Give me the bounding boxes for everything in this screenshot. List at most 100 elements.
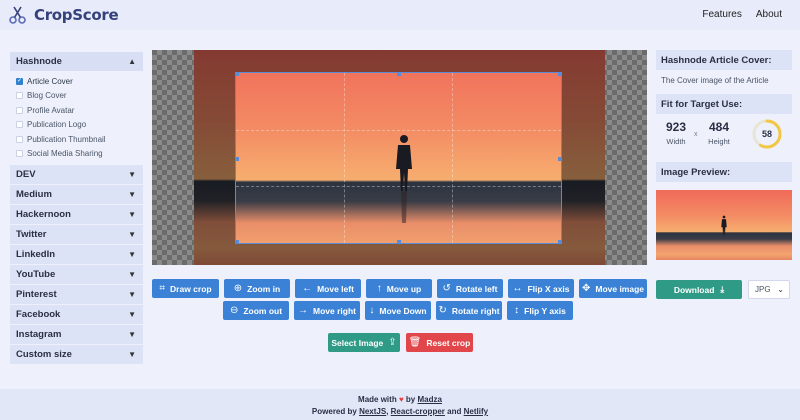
footer-text: Made with	[358, 395, 397, 404]
netlify-link[interactable]: Netlify	[464, 407, 488, 416]
button-label: Download	[673, 284, 715, 295]
rotate-left-icon: ↺	[442, 283, 451, 294]
section-label: Hackernoon	[16, 209, 71, 220]
nav-features[interactable]: Features	[702, 9, 741, 20]
checkbox-checked-icon[interactable]: ✓	[16, 77, 23, 85]
crop-canvas[interactable]	[152, 50, 647, 265]
option-profile-avatar[interactable]: Profile Avatar	[16, 103, 143, 118]
image-preview	[656, 190, 792, 260]
react-cropper-link[interactable]: React-cropper	[391, 407, 445, 416]
move-left-button[interactable]: ← Move left	[295, 279, 361, 298]
crop-guide-line	[344, 73, 346, 243]
footer-powered: Powered by NextJS, React-cropper and Net…	[0, 407, 800, 416]
option-blog-cover[interactable]: Blog Cover	[16, 89, 143, 104]
section-label: Hashnode	[16, 56, 62, 67]
section-hashnode[interactable]: Hashnode ▲	[10, 52, 143, 71]
width-stat: 923 Width	[661, 120, 691, 146]
crop-handle-w[interactable]	[236, 157, 239, 161]
section-linkedin[interactable]: LinkedIn ▼	[10, 245, 143, 264]
chevron-down-icon: ▼	[128, 330, 136, 339]
crop-handle-se[interactable]	[558, 240, 561, 243]
option-label: Blog Cover	[27, 91, 67, 101]
zoom-out-icon: ⊖	[229, 305, 239, 316]
draw-crop-button[interactable]: ⌗ Draw crop	[152, 279, 219, 298]
section-label: Custom size	[16, 349, 72, 360]
option-publication-thumbnail[interactable]: Publication Thumbnail	[16, 132, 143, 147]
nextjs-link[interactable]: NextJS	[359, 407, 386, 416]
platform-sidebar: Hashnode ▲ ✓ Article Cover Blog Cover Pr…	[10, 52, 143, 365]
chevron-down-icon: ▼	[128, 230, 136, 239]
format-select[interactable]: JPG ⌄	[748, 280, 790, 299]
crop-guide-line	[236, 129, 561, 131]
section-hackernoon[interactable]: Hackernoon ▼	[10, 205, 143, 224]
image-actions: Select Image ⇪ 🗑 Reset crop	[328, 333, 473, 352]
section-label: Pinterest	[16, 289, 57, 300]
source-image	[194, 50, 605, 265]
crop-handle-nw[interactable]	[236, 73, 239, 76]
top-bar: CropScore Features About	[0, 0, 800, 30]
zoom-out-button[interactable]: ⊖ Zoom out	[223, 301, 289, 320]
checkbox-icon[interactable]	[16, 150, 23, 158]
chevron-up-icon: ▲	[128, 57, 136, 66]
comma: ,	[386, 407, 389, 416]
crop-icon: ⌗	[159, 283, 166, 294]
app-title: CropScore	[34, 6, 119, 24]
section-youtube[interactable]: YouTube ▼	[10, 265, 143, 284]
reset-crop-button[interactable]: 🗑 Reset crop	[406, 333, 473, 352]
checkbox-icon[interactable]	[16, 121, 23, 129]
section-label: Facebook	[16, 309, 61, 320]
footer-credits: Made with ♥ by Madza	[0, 395, 800, 404]
move-down-button[interactable]: ↓ Move Down	[365, 301, 431, 320]
section-label: Twitter	[16, 229, 47, 240]
arrow-down-icon: ↓	[369, 305, 375, 316]
logo[interactable]: CropScore	[8, 5, 119, 25]
button-label: Rotate left	[455, 283, 498, 294]
move-up-button[interactable]: ↑ Move up	[366, 279, 432, 298]
checkbox-icon[interactable]	[16, 135, 23, 143]
rotate-right-button[interactable]: ↻ Rotate right	[436, 301, 502, 320]
button-label: Flip X axis	[527, 283, 570, 294]
author-link[interactable]: Madza	[418, 395, 442, 404]
move-image-button[interactable]: ✥ Move image	[579, 279, 647, 298]
checkbox-icon[interactable]	[16, 92, 23, 100]
section-pinterest[interactable]: Pinterest ▼	[10, 285, 143, 304]
move-right-button[interactable]: → Move right	[294, 301, 360, 320]
select-image-button[interactable]: Select Image ⇪	[328, 333, 400, 352]
crop-handle-sw[interactable]	[236, 240, 239, 243]
section-custom-size[interactable]: Custom size ▼	[10, 345, 143, 364]
flip-y-button[interactable]: ↕ Flip Y axis	[507, 301, 573, 320]
button-label: Draw crop	[170, 283, 212, 294]
crop-selection-box[interactable]	[235, 72, 562, 244]
option-publication-logo[interactable]: Publication Logo	[16, 118, 143, 133]
chevron-down-icon: ▼	[128, 290, 136, 299]
chevron-down-icon: ▼	[128, 270, 136, 279]
button-label: Move up	[386, 283, 422, 294]
chevron-down-icon: ▼	[128, 190, 136, 199]
crop-handle-e[interactable]	[558, 157, 561, 161]
section-medium[interactable]: Medium ▼	[10, 185, 143, 204]
download-button[interactable]: Download ⤓	[656, 280, 742, 299]
crop-handle-n[interactable]	[397, 73, 401, 76]
rotate-left-button[interactable]: ↺ Rotate left	[437, 279, 503, 298]
section-facebook[interactable]: Facebook ▼	[10, 305, 143, 324]
option-article-cover[interactable]: ✓ Article Cover	[16, 74, 143, 89]
checkbox-icon[interactable]	[16, 106, 23, 114]
zoom-in-icon: ⊕	[233, 283, 243, 294]
section-dev[interactable]: DEV ▼	[10, 165, 143, 184]
section-instagram[interactable]: Instagram ▼	[10, 325, 143, 344]
crop-handle-s[interactable]	[397, 240, 401, 243]
flip-x-button[interactable]: ↔ Flip X axis	[508, 279, 574, 298]
download-row: Download ⤓ JPG ⌄	[656, 280, 790, 299]
option-social-media-sharing[interactable]: Social Media Sharing	[16, 147, 143, 162]
nav-about[interactable]: About	[756, 9, 782, 20]
button-label: Reset crop	[426, 337, 471, 348]
button-label: Zoom out	[243, 305, 283, 316]
button-label: Select Image	[331, 337, 384, 348]
chevron-down-icon: ▼	[128, 210, 136, 219]
zoom-in-button[interactable]: ⊕ Zoom in	[224, 279, 290, 298]
button-label: Move Down	[379, 305, 427, 316]
crop-handle-ne[interactable]	[558, 73, 561, 76]
upload-icon: ⇪	[388, 337, 397, 348]
section-twitter[interactable]: Twitter ▼	[10, 225, 143, 244]
scissors-logo-icon	[9, 6, 26, 24]
